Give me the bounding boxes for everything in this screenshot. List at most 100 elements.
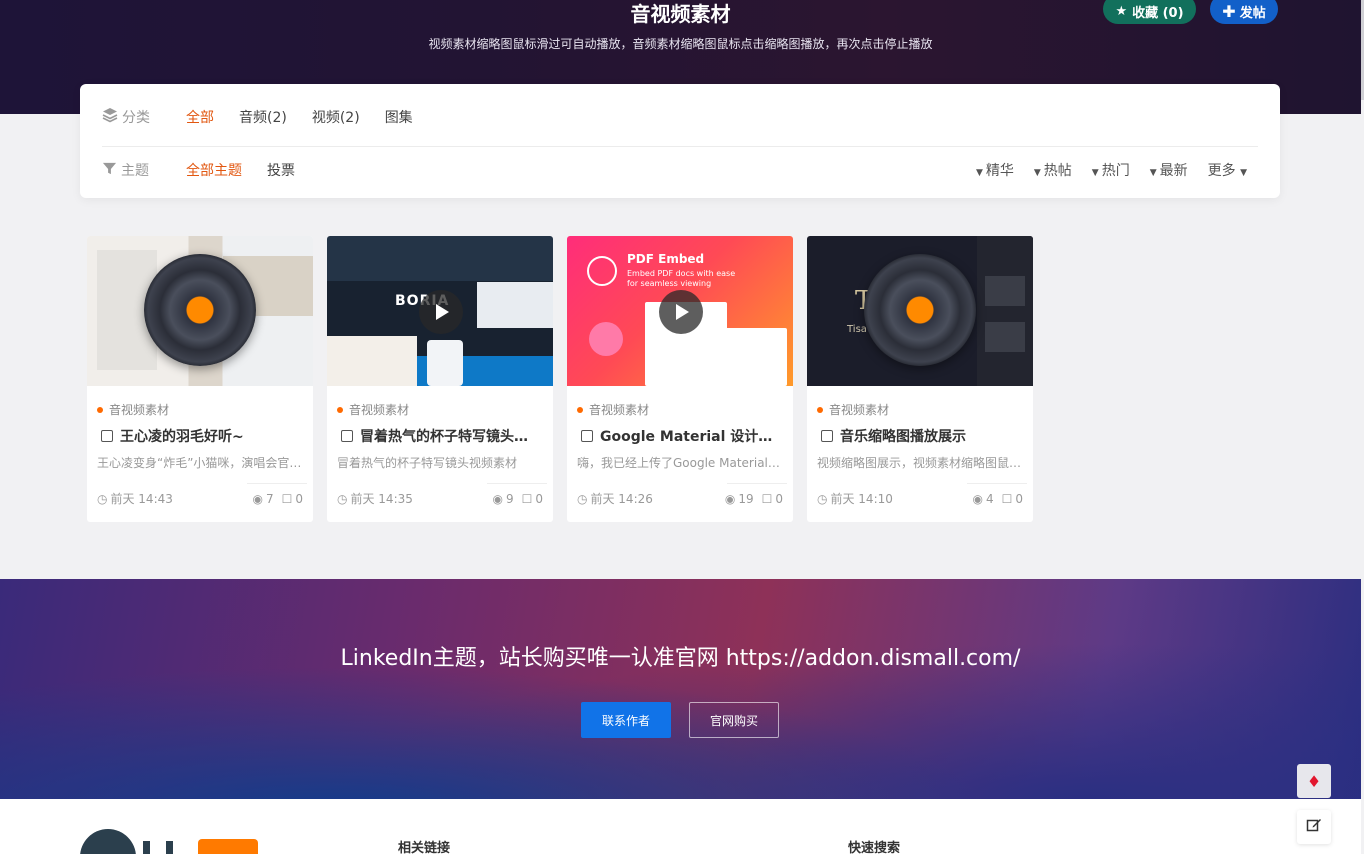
play-icon[interactable]: [419, 290, 463, 334]
eye-icon: ◉: [972, 491, 983, 506]
comment-count-text: 0: [1015, 491, 1023, 506]
meta-divider: [967, 483, 1027, 484]
sort-hot-posts[interactable]: ▼ 热帖: [1034, 160, 1072, 180]
post-thumbnail[interactable]: BORIA: [327, 236, 553, 386]
post-title[interactable]: 冒着热气的杯子特写镜头…: [341, 426, 546, 446]
category-video[interactable]: 视频(2): [312, 107, 360, 127]
category-label-text: 分类: [122, 110, 150, 126]
thumb-block: [477, 282, 553, 328]
post-category-label: 音视频素材: [829, 403, 890, 417]
new-post-button[interactable]: ✚ 发帖: [1210, 0, 1278, 24]
thumb-subtitle-text: Embed PDF docs with ease for seamless vi…: [627, 269, 736, 288]
meta-divider: [487, 483, 547, 484]
post-category[interactable]: 音视频素材: [577, 401, 649, 418]
category-audio[interactable]: 音频(2): [239, 107, 287, 127]
gem-icon: ♦: [1306, 771, 1322, 791]
select-checkbox[interactable]: [821, 430, 833, 442]
post-time-text: 前天 14:10: [830, 492, 893, 506]
sort-latest-label: 最新: [1159, 163, 1188, 179]
post-meta: ◷ 前天 14:10 ◉ 4 ☐ 0: [817, 490, 1023, 507]
category-all[interactable]: 全部: [186, 107, 214, 127]
comment-icon: ☐: [521, 491, 533, 506]
view-count-text: 19: [738, 491, 754, 506]
post-card[interactable]: BORIA 音视频素材 冒着热气的杯子特写镜头… 冒着热气的杯子特写镜头视频素材…: [327, 236, 553, 522]
sort-digest[interactable]: ▼ 精华: [976, 160, 1014, 180]
logo-tag-icon: [198, 839, 258, 854]
post-time: ◷ 前天 14:10: [817, 490, 964, 507]
category-dot-icon: [97, 406, 103, 413]
post-thumbnail[interactable]: [87, 236, 313, 386]
eye-icon: ◉: [492, 491, 503, 506]
post-excerpt: 冒着热气的杯子特写镜头视频素材: [337, 456, 518, 470]
official-buy-button[interactable]: 官网购买: [689, 702, 779, 738]
comment-count: ☐ 0: [282, 492, 303, 506]
select-checkbox[interactable]: [341, 430, 353, 442]
post-title[interactable]: 音乐缩略图播放展示: [821, 426, 1026, 446]
favorite-label: 收藏 (0): [1132, 5, 1184, 21]
view-count: ◉ 9: [492, 492, 513, 506]
comment-icon: ☐: [1001, 491, 1013, 506]
comment-icon: ☐: [281, 491, 293, 506]
topic-filter-label: 主题: [102, 160, 186, 180]
filter-icon: [102, 161, 117, 180]
meta-divider: [247, 483, 307, 484]
category-dot-icon: [817, 406, 823, 413]
post-card[interactable]: PDF Embed Embed PDF docs with ease for s…: [567, 236, 793, 522]
post-title[interactable]: Google Material 设计…: [581, 426, 786, 446]
view-count: ◉ 19: [725, 492, 754, 506]
post-category[interactable]: 音视频素材: [97, 401, 169, 418]
gem-button[interactable]: ♦: [1297, 764, 1331, 798]
edit-button[interactable]: [1297, 810, 1331, 844]
comment-count: ☐ 0: [1002, 492, 1023, 506]
topic-poll[interactable]: 投票: [267, 160, 295, 180]
post-category[interactable]: 音视频素材: [817, 401, 889, 418]
vinyl-disc-icon[interactable]: [864, 254, 976, 366]
filter-panel: 分类 全部 音频(2) 视频(2) 图集 主题 全部主题 投票 ▼ 精华 ▼ 热帖 …: [80, 84, 1280, 198]
site-logo[interactable]: [80, 829, 260, 854]
pdf-badge-icon: [587, 256, 617, 286]
clock-icon: ◷: [337, 491, 348, 506]
post-title[interactable]: 王心凌的羽毛好听~: [101, 426, 306, 446]
post-time: ◷ 前天 14:43: [97, 490, 244, 507]
post-thumbnail[interactable]: PDF Embed Embed PDF docs with ease for s…: [567, 236, 793, 386]
sort-popular[interactable]: ▼ 热门: [1092, 160, 1130, 180]
topic-all[interactable]: 全部主题: [186, 160, 242, 180]
select-checkbox[interactable]: [101, 430, 113, 442]
post-title-text: 冒着热气的杯子特写镜头…: [360, 429, 528, 445]
post-category-label: 音视频素材: [109, 403, 170, 417]
post-excerpt: 视频缩略图展示，视频素材缩略图鼠…: [817, 456, 1022, 470]
post-thumbnail[interactable]: T Tisa: [807, 236, 1033, 386]
logo-mark-icon: [80, 829, 136, 854]
footer-links-title: 相关链接: [398, 841, 451, 854]
contact-author-button[interactable]: 联系作者: [581, 702, 671, 738]
post-card[interactable]: 音视频素材 王心凌的羽毛好听~ 王心凌变身“炸毛”小猫咪，演唱会官… ◷ 前天 1…: [87, 236, 313, 522]
category-filter-row: 分类 全部 音频(2) 视频(2) 图集: [102, 100, 1258, 134]
post-card[interactable]: T Tisa 音视频素材 音乐缩略图播放展示 视频缩略图展示，视频素材缩略图鼠……: [807, 236, 1033, 522]
caret-down-icon: ▼: [975, 168, 983, 178]
thumb-block: [327, 336, 417, 386]
logo-letter-icon: [143, 841, 173, 854]
sort-more-dropdown[interactable]: 更多 ▼: [1208, 160, 1250, 180]
plus-icon: ✚: [1222, 1, 1236, 21]
caret-down-icon: ▼: [1240, 168, 1247, 178]
comment-count: ☐ 0: [762, 492, 783, 506]
post-category[interactable]: 音视频素材: [337, 401, 409, 418]
promo-text: LinkedIn主题，站长购买唯一认准官网 https://addon.dism…: [340, 646, 1021, 671]
category-filter-label: 分类: [102, 107, 186, 127]
post-meta: ◷ 前天 14:26 ◉ 19 ☐ 0: [577, 490, 783, 507]
sort-latest[interactable]: ▼ 最新: [1150, 160, 1188, 180]
post-time-text: 前天 14:43: [110, 492, 173, 506]
page-subtitle: 视频素材缩略图鼠标滑过可自动播放，音频素材缩略图鼠标点击缩略图播放，再次点击停止…: [428, 37, 933, 51]
category-gallery[interactable]: 图集: [385, 107, 413, 127]
comment-icon: ☐: [761, 491, 773, 506]
play-icon[interactable]: [659, 290, 703, 334]
thumb-block: [985, 276, 1025, 306]
post-excerpt: 王心凌变身“炸毛”小猫咪，演唱会官…: [97, 456, 302, 470]
comment-count-text: 0: [295, 491, 303, 506]
view-count: ◉ 7: [252, 492, 273, 506]
favorite-button[interactable]: ★ 收藏 (0): [1103, 0, 1196, 24]
select-checkbox[interactable]: [581, 430, 593, 442]
filter-divider: [102, 146, 1258, 147]
vinyl-disc-icon[interactable]: [144, 254, 256, 366]
post-meta: ◷ 前天 14:43 ◉ 7 ☐ 0: [97, 490, 303, 507]
